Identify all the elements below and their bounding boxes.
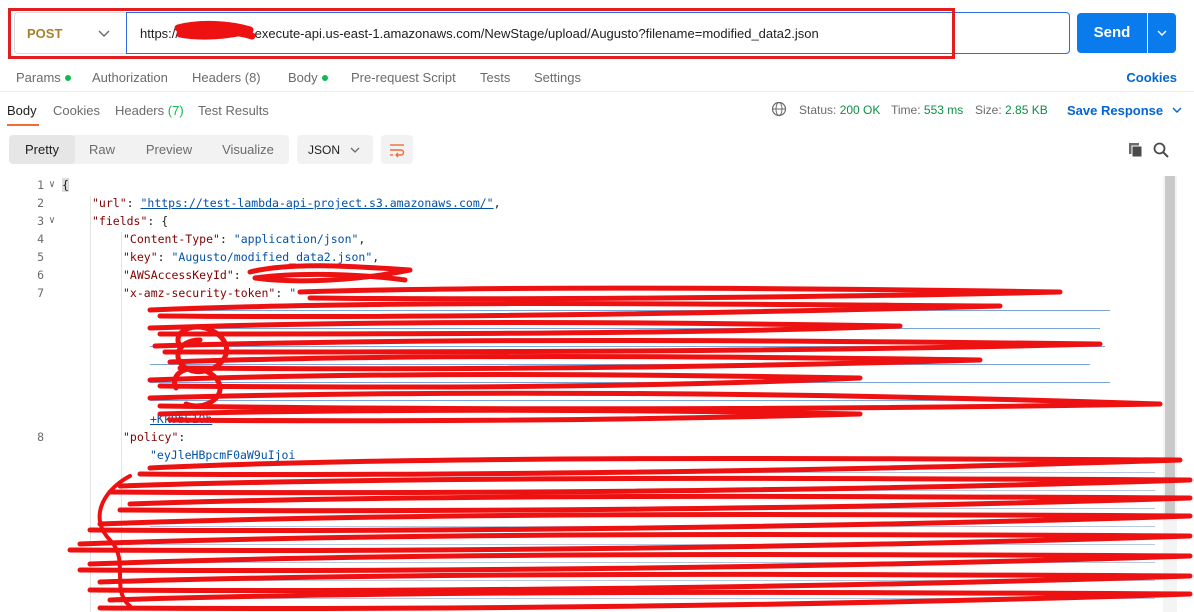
code-line: "Content-Type": "application/json",	[123, 232, 366, 246]
code-line: "fields": {	[92, 214, 169, 228]
tab-response-headers[interactable]: Headers (7)	[115, 103, 184, 118]
tab-settings[interactable]: Settings	[534, 70, 581, 85]
size-readout[interactable]: Size: 2.85 KB	[975, 103, 1048, 117]
tab-pre-request-script[interactable]: Pre-request Script	[351, 70, 456, 85]
line-number: 6	[37, 268, 44, 282]
line-number: 1	[37, 178, 44, 192]
tab-body[interactable]: Body	[288, 70, 328, 85]
save-response-button[interactable]: Save Response	[1067, 103, 1182, 118]
line-number: 5	[37, 250, 44, 264]
redacted-token-area	[150, 304, 1140, 412]
chevron-down-icon	[98, 30, 110, 37]
time-readout[interactable]: Time: 553 ms	[891, 103, 963, 117]
tab-tests[interactable]: Tests	[480, 70, 510, 85]
chevron-down-icon	[1172, 107, 1182, 113]
tab-headers[interactable]: Headers (8)	[192, 70, 261, 85]
request-tabs: Params Authorization Headers (8) Body Pr…	[0, 62, 1194, 92]
request-bar: POST https://.execute-api.us-east-1.amaz…	[0, 0, 1194, 62]
redacted-policy-area	[150, 466, 1160, 612]
chevron-down-icon	[350, 147, 360, 153]
tab-test-results[interactable]: Test Results	[198, 103, 269, 118]
code-line: "url": "https://test-lambda-api-project.…	[92, 196, 501, 210]
line-number: 3	[37, 214, 44, 228]
send-button[interactable]: Send	[1077, 13, 1147, 53]
code-line: "key": "Augusto/modified_data2.json",	[123, 250, 380, 264]
tab-params[interactable]: Params	[16, 70, 71, 85]
code-line: "AWSAccessKeyId": "	[123, 268, 255, 282]
cookies-link[interactable]: Cookies	[1126, 70, 1177, 85]
search-icon[interactable]	[1153, 142, 1169, 158]
format-select[interactable]: JSON	[297, 135, 373, 164]
active-dot	[64, 75, 71, 81]
raw-button[interactable]: Raw	[75, 135, 129, 164]
tab-response-body[interactable]: Body	[7, 103, 37, 118]
tab-response-cookies[interactable]: Cookies	[53, 103, 100, 118]
line-number: 7	[37, 286, 44, 300]
code-line: "eyJleHBpcmF0aW9uIjoi	[150, 448, 296, 462]
code-line: "policy":	[123, 430, 193, 444]
fold-icon[interactable]: ∨	[49, 179, 55, 190]
response-tabs: Body Cookies Headers (7) Test Results St…	[0, 93, 1194, 127]
wrap-lines-button[interactable]	[381, 135, 413, 164]
indent-guide	[121, 232, 122, 612]
pretty-button[interactable]: Pretty	[9, 135, 75, 164]
globe-icon	[771, 101, 787, 117]
response-toolbar: Pretty Raw Preview Visualize JSON	[0, 128, 1194, 170]
line-number: 2	[37, 196, 44, 210]
url-input[interactable]: https://.execute-api.us-east-1.amazonaws…	[126, 12, 1070, 54]
indent-guide	[90, 196, 91, 612]
view-mode-group: Pretty Raw Preview Visualize	[9, 135, 289, 164]
format-label: JSON	[308, 143, 341, 157]
fold-icon[interactable]: ∨	[49, 215, 55, 226]
line-number: 4	[37, 232, 44, 246]
method-select[interactable]: POST	[14, 12, 126, 54]
wrap-lines-icon	[390, 144, 405, 158]
response-body-editor[interactable]: 1 ∨ { 2 "url": "https://test-lambda-api-…	[0, 174, 1194, 612]
line-number: 8	[37, 430, 44, 444]
url-text: https://.execute-api.us-east-1.amazonaws…	[140, 26, 819, 41]
active-tab-indicator	[7, 124, 39, 126]
code-line: "x-amz-security-token": "	[123, 286, 297, 300]
preview-button[interactable]: Preview	[134, 135, 204, 164]
code-line: {	[62, 178, 69, 192]
chevron-down-icon	[1157, 30, 1167, 36]
status-readout[interactable]: Status: 200 OK	[799, 103, 880, 117]
method-label: POST	[27, 26, 63, 41]
active-dot	[321, 75, 328, 81]
send-options-button[interactable]	[1148, 13, 1176, 53]
tab-authorization[interactable]: Authorization	[92, 70, 168, 85]
code-line: +Kk0bS10h	[150, 412, 213, 426]
copy-icon[interactable]	[1128, 142, 1144, 158]
visualize-button[interactable]: Visualize	[211, 135, 285, 164]
scrollbar-thumb[interactable]	[1165, 176, 1175, 514]
